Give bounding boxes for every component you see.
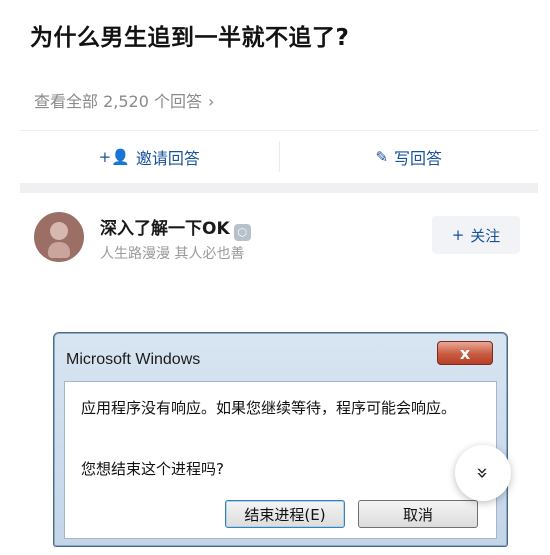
section-divider [20, 183, 538, 193]
dialog-message: 应用程序没有响应。如果您继续等待，程序可能会响应。 [81, 399, 457, 417]
follow-label: 关注 [470, 226, 501, 245]
close-button[interactable]: x [437, 341, 493, 365]
dialog-title: Microsoft Windows [66, 351, 201, 368]
view-all-answers-link[interactable]: 查看全部 2,520 个回答 › [34, 88, 214, 112]
invite-answer-button[interactable]: +👤 邀请回答 [20, 131, 279, 182]
cancel-button[interactable]: 取消 [358, 500, 478, 528]
plus-icon: + [451, 226, 465, 244]
invite-answer-label: 邀请回答 [135, 148, 200, 168]
write-answer-button[interactable]: ✎ 写回答 [280, 131, 539, 182]
question-title: 为什么男生追到一半就不追了? [30, 25, 350, 51]
follow-button[interactable]: + 关注 [432, 216, 520, 254]
author-name-row[interactable]: 深入了解一下OK ⬡ [100, 214, 251, 241]
dialog-body: 应用程序没有响应。如果您继续等待，程序可能会响应。 您想结束这个进程吗? 结束进… [64, 381, 497, 539]
chevron-right-icon: › [207, 92, 215, 111]
badge-icon: ⬡ [233, 224, 251, 241]
not-responding-dialog: Microsoft Windows x 应用程序没有响应。如果您继续等待，程序可… [53, 332, 508, 547]
write-answer-label: 写回答 [394, 148, 443, 168]
dialog-question: 您想结束这个进程吗? [81, 460, 224, 478]
double-chevron-down-icon: » [471, 466, 495, 480]
answer-action-bar: +👤 邀请回答 ✎ 写回答 [20, 130, 538, 182]
invite-user-icon: +👤 [98, 147, 130, 166]
edit-icon: ✎ [375, 147, 389, 166]
avatar[interactable] [34, 212, 84, 262]
author-bio: 人生路漫漫 其人必也善 [100, 246, 245, 262]
end-process-button[interactable]: 结束进程(E) [225, 500, 345, 528]
author-name: 深入了解一下OK [100, 219, 230, 239]
view-all-label: 查看全部 2,520 个回答 [34, 92, 202, 111]
scroll-down-button[interactable]: » [455, 445, 511, 501]
answer-author: 深入了解一下OK ⬡ 人生路漫漫 其人必也善 + 关注 [30, 210, 530, 270]
